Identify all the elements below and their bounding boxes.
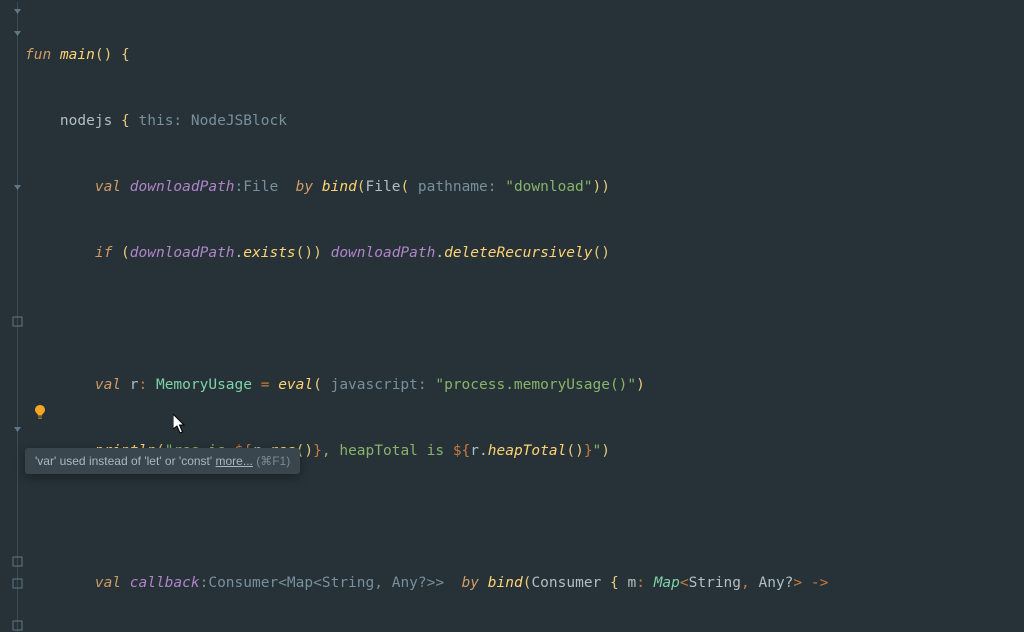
fold-end-icon[interactable]	[12, 620, 23, 631]
code-line[interactable]	[25, 308, 1024, 330]
fold-end-icon[interactable]	[12, 578, 23, 589]
tooltip-more-link[interactable]: more...	[216, 454, 253, 468]
gutter	[0, 0, 25, 632]
code-area[interactable]: fun main() { nodejs { this: NodeJSBlock …	[25, 0, 1024, 632]
tooltip-text: 'var' used instead of 'let' or 'const'	[35, 454, 216, 468]
fold-icon[interactable]	[12, 28, 23, 39]
code-line[interactable]: fun main() {	[25, 44, 1024, 66]
code-line[interactable]	[25, 506, 1024, 528]
fold-end-icon[interactable]	[12, 316, 23, 327]
inspection-tooltip: 'var' used instead of 'let' or 'const' m…	[25, 448, 300, 474]
code-line[interactable]: val downloadPath:File by bind(File( path…	[25, 176, 1024, 198]
code-line[interactable]: nodejs { this: NodeJSBlock	[25, 110, 1024, 132]
code-editor[interactable]: fun main() { nodejs { this: NodeJSBlock …	[0, 0, 1024, 632]
code-line[interactable]: if (downloadPath.exists()) downloadPath.…	[25, 242, 1024, 264]
fold-icon[interactable]	[12, 182, 23, 193]
tooltip-shortcut: (⌘F1)	[253, 454, 290, 468]
fold-icon[interactable]	[12, 6, 23, 17]
fold-icon[interactable]	[12, 424, 23, 435]
fold-end-icon[interactable]	[12, 556, 23, 567]
code-line[interactable]: val r: MemoryUsage = eval( javascript: "…	[25, 374, 1024, 396]
code-line[interactable]: val callback:Consumer<Map<String, Any?>>…	[25, 572, 1024, 594]
